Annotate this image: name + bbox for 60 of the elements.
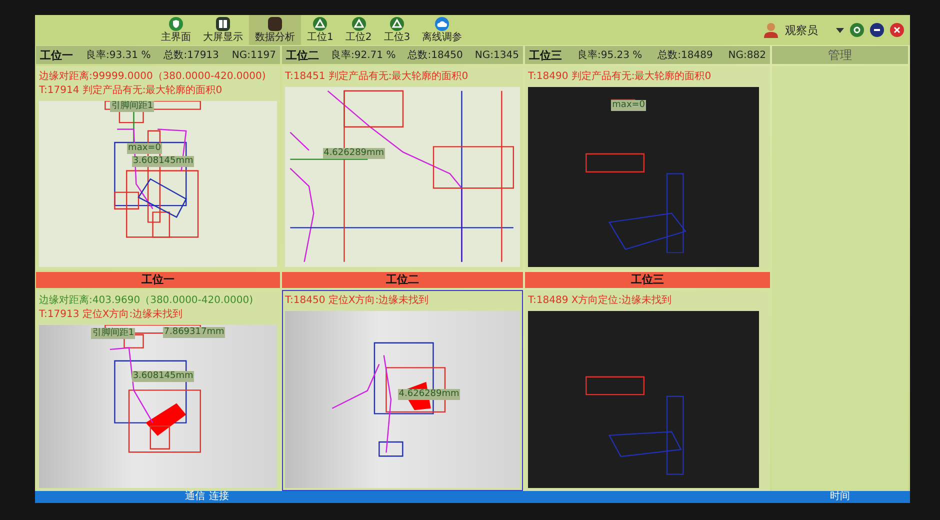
- measurement-label: 7.869317mm: [162, 326, 226, 338]
- settings-icon: [851, 24, 863, 36]
- measurement-label: 引脚间距1: [91, 328, 136, 340]
- station-title-bar: 工位二: [282, 272, 523, 288]
- yield-text: 良率:92.71 %: [331, 48, 396, 62]
- triangle-icon: [313, 17, 328, 31]
- status-text: 通信: [185, 491, 205, 503]
- triangle-icon: [390, 17, 404, 31]
- yield-text: 良率:95.23 %: [577, 48, 642, 62]
- result-message: T:18450 定位X方向:边缘未找到: [285, 294, 430, 307]
- settings-button[interactable]: [850, 23, 864, 37]
- book-icon: [216, 17, 230, 31]
- measurement-label: 3.608145mm: [132, 156, 194, 167]
- result-message: T:17914 判定产品有无:最大轮廓的面积0: [39, 84, 224, 97]
- station-panel[interactable]: T:18450 定位X方向:边缘未找到 4.626289mm: [282, 290, 523, 491]
- station-title: 工位二: [286, 48, 319, 62]
- total-count: 总数:18489: [658, 48, 713, 62]
- result-message: T:18489 X方向定位:边缘未找到: [528, 294, 673, 307]
- station-title: 工位一: [40, 48, 73, 62]
- nav-button[interactable]: 工位1: [301, 15, 340, 45]
- result-message: T:18451 判定产品有无:最大轮廓的面积0: [285, 70, 470, 83]
- close-icon: [891, 24, 903, 36]
- nav-button[interactable]: 离线调参: [416, 15, 468, 45]
- ng-count: NG:1197: [232, 50, 276, 60]
- nav-button[interactable]: 工位2: [339, 15, 378, 45]
- total-count: 总数:17913: [164, 48, 219, 62]
- result-message: T:18490 判定产品有无:最大轮廓的面积0: [528, 70, 712, 83]
- nav-button[interactable]: 主界面: [155, 15, 197, 45]
- measurement-label: max=0: [611, 100, 646, 111]
- total-count: 总数:18450: [408, 48, 463, 62]
- nav-button[interactable]: 数据分析: [249, 15, 301, 45]
- station-title: 工位三: [529, 48, 562, 62]
- user-name[interactable]: 观察员: [785, 22, 818, 38]
- minimize-button[interactable]: [870, 23, 884, 37]
- ng-count: NG:1345: [474, 50, 519, 60]
- station-panel[interactable]: 边缘对距离:403.9690（380.0000-420.0000) T:17913 定位X方向:边缘未找到 引脚间距1 7.869317mm 3.608145mm: [36, 290, 280, 491]
- measurement-label: 3.608145mm: [132, 370, 194, 382]
- panel-header: 管理: [772, 46, 908, 64]
- yield-text: 良率:93.31 %: [86, 48, 151, 62]
- result-message: 边缘对距离:99999.0000（380.0000-420.0000): [39, 70, 267, 83]
- status-time: 时间: [830, 491, 850, 503]
- caret-icon: [836, 28, 844, 32]
- station-title-bar: 工位三: [525, 272, 770, 288]
- result-message: T:17913 定位X方向:边缘未找到: [39, 308, 184, 321]
- close-button[interactable]: [890, 23, 904, 37]
- shield-icon: [169, 17, 183, 31]
- status-text: 连接: [209, 491, 229, 503]
- cloud-icon: [435, 17, 450, 31]
- measurement-label: max=0: [127, 142, 162, 154]
- triangle-icon: [352, 17, 366, 31]
- square-icon: [268, 17, 282, 31]
- nav-button[interactable]: 工位3: [378, 15, 416, 45]
- station-title-bar: 工位一: [36, 272, 280, 288]
- user-icon: [763, 22, 779, 38]
- measurement-label: 4.626289mm: [398, 388, 460, 400]
- result-message: 边缘对距离:403.9690（380.0000-420.0000): [39, 294, 254, 307]
- measurement-label: 4.626289mm: [322, 148, 386, 160]
- measurement-label: 引脚间距1: [110, 101, 154, 112]
- ng-count: NG:882: [728, 50, 766, 60]
- nav-button[interactable]: 大屏显示: [197, 15, 249, 45]
